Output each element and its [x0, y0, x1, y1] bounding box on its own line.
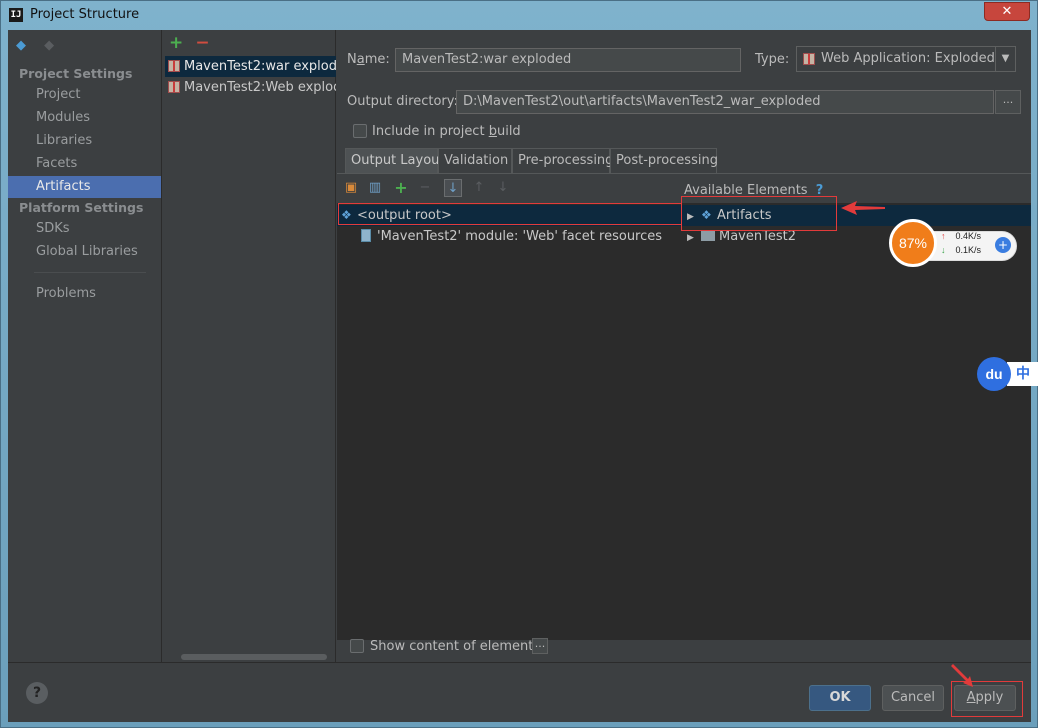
nav-item-facets[interactable]: Facets [8, 153, 161, 175]
add-element-icon[interactable]: + [392, 179, 410, 197]
new-folder-icon[interactable]: ▣ [342, 179, 360, 197]
artifact-gift-icon [803, 53, 815, 65]
cpu-percent-badge: 87% [889, 219, 937, 267]
nav-item-global-libraries[interactable]: Global Libraries [8, 241, 161, 263]
artifact-item-label: MavenTest2:war exploded [184, 59, 336, 74]
nav-item-modules[interactable]: Modules [8, 107, 161, 129]
artifact-list-scrollbar[interactable] [181, 654, 327, 660]
nav-item-project[interactable]: Project [8, 84, 161, 106]
dialog-client-area: ◆ ◆ Project Settings Project Modules Lib… [8, 30, 1031, 722]
browse-directory-button[interactable]: ... [995, 90, 1021, 114]
plus-icon[interactable]: + [995, 237, 1011, 253]
show-content-options-button[interactable]: ... [532, 638, 548, 654]
nav-divider [34, 272, 146, 273]
tab-output-layout[interactable]: Output Layout [345, 148, 444, 173]
cancel-button[interactable]: Cancel [882, 685, 944, 711]
show-content-label: Show content of elements [370, 639, 541, 654]
upload-arrow-icon: ↑ [941, 231, 946, 241]
web-facet-icon [361, 229, 371, 242]
type-select-value: Web Application: Exploded [821, 51, 995, 66]
du-logo-icon: du [977, 357, 1011, 391]
upload-speed: ↑ 0.4K/s [941, 231, 982, 241]
add-artifact-icon[interactable]: + [169, 33, 183, 53]
include-in-build-checkbox[interactable] [353, 124, 367, 138]
chevron-down-icon: ▼ [995, 47, 1015, 71]
tab-post-processing[interactable]: Post-processing [610, 148, 718, 173]
archive-icon[interactable]: ▥ [366, 179, 384, 197]
artifact-details-panel: Name: MavenTest2:war exploded Type: Web … [337, 30, 1031, 662]
artifact-item-web-exploded[interactable]: MavenTest2:Web explode [165, 77, 336, 98]
type-label: Type: [755, 52, 790, 67]
nav-item-problems[interactable]: Problems [8, 283, 161, 305]
tree-facet-resources[interactable]: 'MavenTest2' module: 'Web' facet resourc… [361, 226, 662, 247]
output-directory-field[interactable]: D:\MavenTest2\out\artifacts\MavenTest2_w… [456, 90, 994, 114]
ok-button[interactable]: OK [809, 685, 871, 711]
project-settings-heading: Project Settings [19, 66, 133, 81]
nav-item-sdks[interactable]: SDKs [8, 218, 161, 240]
tab-pre-processing[interactable]: Pre-processing [512, 148, 613, 173]
annotation-arrow-apply-icon [951, 664, 973, 687]
expand-arrow-icon[interactable]: ▶ [687, 228, 701, 249]
back-arrow-icon[interactable]: ◆ [16, 38, 32, 53]
baidu-input-widget[interactable]: 中 du [977, 357, 1038, 391]
type-select[interactable]: Web Application: Exploded ▼ [796, 46, 1016, 72]
include-in-build-label: Include in project build [372, 124, 521, 139]
download-arrow-icon: ↓ [941, 245, 946, 255]
window-title: Project Structure [30, 7, 140, 22]
artifact-item-war-exploded[interactable]: MavenTest2:war exploded [165, 56, 336, 77]
artifact-gift-icon [168, 81, 180, 93]
tab-validation[interactable]: Validation [438, 148, 512, 173]
annotation-box-output-root [338, 203, 682, 225]
show-content-checkbox[interactable] [350, 639, 364, 653]
forward-arrow-icon[interactable]: ◆ [44, 38, 60, 53]
move-up-icon[interactable]: ↑ [470, 179, 488, 197]
annotation-box-artifacts [681, 196, 837, 231]
download-speed: ↓ 0.1K/s [941, 245, 982, 255]
title-bar: IJ Project Structure ✕ [1, 1, 1037, 29]
help-button[interactable]: ? [26, 682, 48, 704]
remove-artifact-icon[interactable]: − [195, 33, 209, 53]
tree-facet-resources-label: 'MavenTest2' module: 'Web' facet resourc… [377, 229, 663, 244]
module-folder-icon [701, 230, 715, 241]
artifact-list-toolbar: + − [169, 33, 210, 53]
close-window-button[interactable]: ✕ [984, 2, 1030, 21]
sort-icon[interactable]: ↓ [444, 179, 462, 197]
annotation-arrow-icon [841, 201, 885, 215]
available-maventest2-label: MavenTest2 [719, 229, 796, 244]
nav-item-artifacts[interactable]: Artifacts [8, 176, 161, 198]
artifact-list-panel: + − MavenTest2:war exploded MavenTest2:W… [163, 30, 336, 662]
artifact-gift-icon [168, 60, 180, 72]
name-field[interactable]: MavenTest2:war exploded [395, 48, 741, 72]
chinese-mode-tag: 中 [1007, 362, 1038, 386]
close-icon: ✕ [1001, 4, 1013, 19]
remove-element-icon[interactable]: − [416, 179, 434, 197]
platform-settings-heading: Platform Settings [19, 200, 144, 215]
output-directory-label: Output directory: [347, 94, 458, 109]
dialog-button-bar: ? OK Cancel Apply [8, 662, 1031, 722]
nav-history: ◆ ◆ [16, 38, 68, 53]
artifact-item-label: MavenTest2:Web explode [184, 80, 336, 95]
name-label: Name: [347, 52, 390, 67]
project-structure-window: IJ Project Structure ✕ ◆ ◆ Project Setti… [0, 0, 1038, 728]
nav-item-libraries[interactable]: Libraries [8, 130, 161, 152]
move-down-icon[interactable]: ↓ [494, 179, 512, 197]
intellij-app-icon: IJ [9, 8, 23, 22]
network-speed-widget[interactable]: 87% ↑ 0.4K/s ↓ 0.1K/s + [889, 219, 1017, 267]
settings-nav: ◆ ◆ Project Settings Project Modules Lib… [8, 30, 162, 662]
layout-tree-area: ❖ <output root> 'MavenTest2' module: 'Web… [337, 203, 1031, 640]
